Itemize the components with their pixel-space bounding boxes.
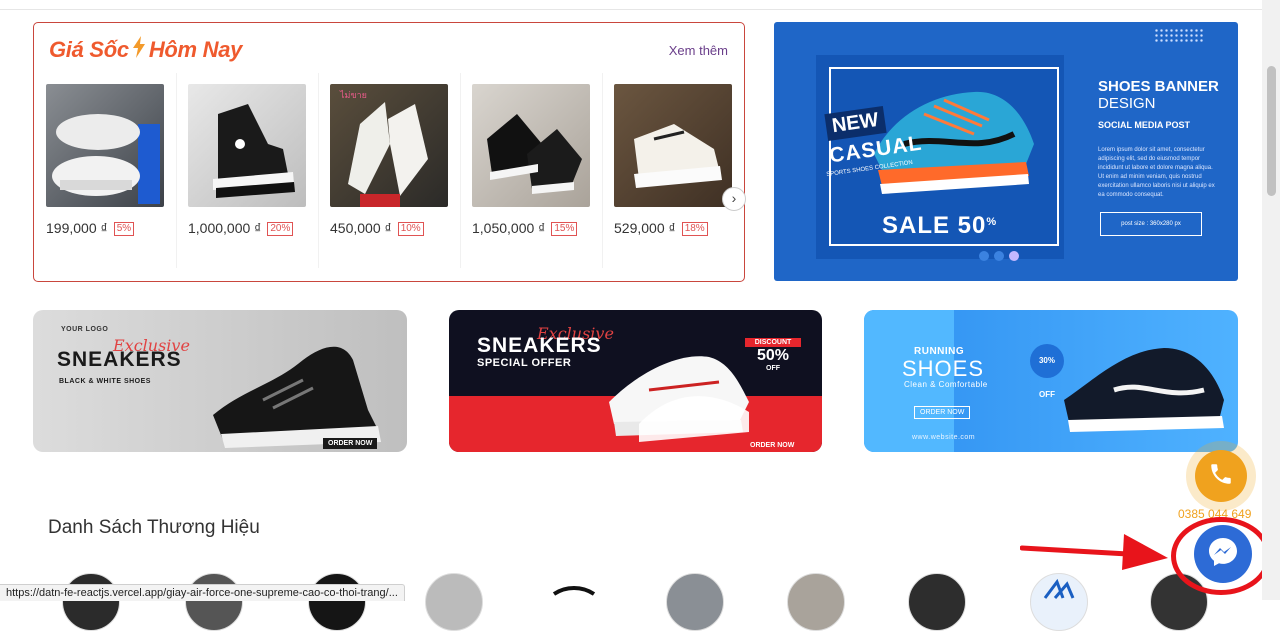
product-image[interactable]: ไม่ขาย <box>330 84 448 207</box>
product-price: 1,000,000 ₫ 20% <box>188 220 294 236</box>
banner-sale-text: SALE 50% <box>882 212 998 239</box>
discount-badge: 15% <box>551 222 578 236</box>
product-card[interactable]: 529,000 ₫ 18% <box>613 83 741 268</box>
banner-title: SNEAKERS <box>57 348 182 371</box>
card-divider <box>460 73 461 268</box>
product-card[interactable]: 1,000,000 ₫ 20% <box>187 83 315 268</box>
product-price: 1,050,000 ₫ 15% <box>472 220 578 236</box>
banner-subtitle: BLACK & WHITE SHOES <box>59 378 151 385</box>
banner-heading: SHOES BANNER <box>1098 78 1219 95</box>
product-card[interactable]: 1,050,000 ₫ 15% <box>471 83 599 268</box>
dot-pattern <box>1154 28 1204 44</box>
product-price: 529,000 ₫ 18% <box>614 220 708 236</box>
banner-running-shoes[interactable]: RUNNING SHOES Clean & Comfortable ORDER … <box>864 310 1238 452</box>
call-button[interactable] <box>1195 450 1247 502</box>
product-image[interactable] <box>188 84 306 207</box>
discount-badge: 18% <box>681 222 708 236</box>
order-now-button[interactable]: ORDER NOW <box>323 438 378 449</box>
flash-sale-title: Giá Sốc Hôm Nay <box>49 36 242 64</box>
brand-logo[interactable] <box>185 573 243 631</box>
banner-title: SNEAKERS <box>477 334 602 357</box>
product-image[interactable] <box>472 84 590 207</box>
banner-heading-design: DESIGN <box>1098 95 1156 112</box>
running-shoe-image <box>1064 348 1224 432</box>
product-price: 199,000 ₫ 5% <box>46 220 135 236</box>
see-more-link[interactable]: Xem thêm <box>669 43 728 58</box>
discount-badge: 20% <box>267 222 294 236</box>
carousel-next-button[interactable]: › <box>722 187 746 211</box>
product-price: 450,000 ₫ 10% <box>330 220 424 236</box>
brand-logo[interactable] <box>62 573 120 631</box>
scrollbar-thumb[interactable] <box>1267 66 1276 196</box>
lightning-icon <box>132 36 146 64</box>
red-arrow-annotation <box>1020 534 1168 570</box>
page-scrollbar[interactable] <box>1262 0 1280 600</box>
pagination-dot[interactable] <box>979 251 989 261</box>
card-divider <box>602 73 603 268</box>
banner-post-size: post size : 360x280 px <box>1100 212 1202 236</box>
banner-logo-text: YOUR LOGO <box>61 326 109 333</box>
pagination-dot-active[interactable] <box>1009 251 1019 261</box>
call-button-wrapper <box>1186 441 1256 511</box>
brand-logo[interactable] <box>787 573 845 631</box>
product-card[interactable]: ไม่ขาย 450,000 ₫ 10% <box>329 83 457 268</box>
product-image[interactable] <box>614 84 732 207</box>
banner-title: SHOES <box>902 356 985 381</box>
banner-subheading: SOCIAL MEDIA POST <box>1098 120 1191 130</box>
phone-icon <box>1208 461 1234 492</box>
flash-sale-panel: Giá Sốc Hôm Nay Xem thêm 199,000 ₫ 5% 1,0… <box>33 22 746 282</box>
brand-logo[interactable] <box>908 573 966 631</box>
discount-badge: 5% <box>113 222 135 236</box>
banner-body-text: Lorem ipsum dolor sit amet, consectetur … <box>1098 147 1215 198</box>
svg-text:ไม่ขาย: ไม่ขาย <box>339 90 367 100</box>
card-divider <box>318 73 319 268</box>
hero-banner[interactable]: NEW CASUAL SPORTS SHOES COLLECTION SALE … <box>774 22 1238 281</box>
brand-logo[interactable] <box>308 573 366 631</box>
brands-section-title: Danh Sách Thương Hiệu <box>48 517 260 538</box>
chevron-right-icon: › <box>731 190 737 206</box>
brand-logo[interactable] <box>425 573 483 631</box>
pagination-dot[interactable] <box>994 251 1004 261</box>
top-divider <box>0 9 1262 10</box>
status-bar-url: https://datn-fe-reactjs.vercel.app/giay-… <box>0 584 405 601</box>
product-image[interactable] <box>46 84 164 207</box>
product-carousel: 199,000 ₫ 5% 1,000,000 ₫ 20% ไม่ขาย 450,00… <box>45 73 746 268</box>
banner-black-white-sneakers[interactable]: YOUR LOGO Exclusive SNEAKERS BLACK & WHI… <box>33 310 407 452</box>
banner-subtitle: Clean & Comfortable <box>904 380 988 389</box>
banner-subtitle: SPECIAL OFFER <box>477 357 572 369</box>
banner-pagination <box>979 251 1019 261</box>
brand-logo[interactable] <box>666 573 724 631</box>
order-now-button[interactable]: ORDER NOW <box>745 440 799 451</box>
flash-sale-title-right: Hôm Nay <box>148 37 243 62</box>
discount-badge: 10% <box>397 222 424 236</box>
banner-website: www.website.com <box>912 434 976 441</box>
brand-logo[interactable] <box>545 573 603 631</box>
white-sneaker-image <box>609 356 749 442</box>
card-divider <box>176 73 177 268</box>
sneaker-image <box>213 346 381 448</box>
flash-sale-title-left: Giá Sốc <box>49 37 129 62</box>
highlight-circle <box>1171 517 1271 595</box>
order-now-button[interactable]: ORDER NOW <box>914 406 971 419</box>
brand-logo[interactable] <box>1030 573 1088 631</box>
product-card[interactable]: 199,000 ₫ 5% <box>45 83 173 268</box>
banner-special-offer[interactable]: Exclusive SNEAKERS SPECIAL OFFER DISCOUN… <box>449 310 822 452</box>
